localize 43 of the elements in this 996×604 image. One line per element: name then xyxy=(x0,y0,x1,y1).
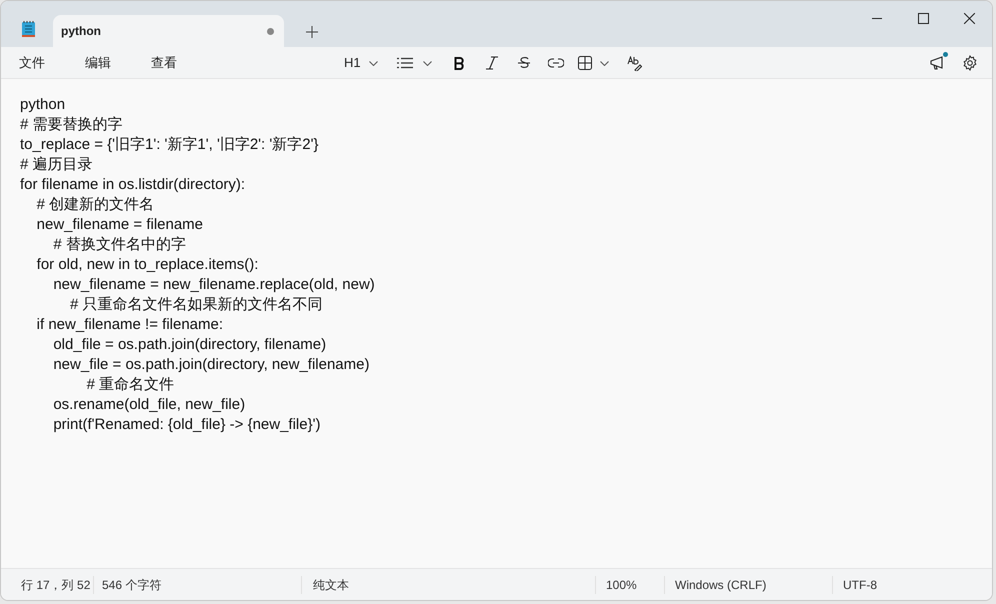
italic-icon xyxy=(486,56,498,70)
menu-item[interactable]: 编辑 xyxy=(75,48,121,76)
text-line: old_file = os.path.join(directory, filename) xyxy=(52,335,326,355)
text-line: to_replace = {'旧字1': '新字1', '旧字2': '新字2'} xyxy=(20,135,318,155)
status-text: 100% xyxy=(606,576,637,594)
text-line: new_filename = filename xyxy=(36,215,204,235)
text-line: # 遍历目录 xyxy=(20,155,93,175)
maximize-icon xyxy=(918,12,928,24)
eraser-icon xyxy=(627,56,642,70)
menu-item[interactable]: 查看 xyxy=(141,48,187,76)
text-line: python xyxy=(20,95,66,115)
chevron-down-icon xyxy=(600,60,609,66)
text-line: # 替换文件名中的字 xyxy=(52,235,186,255)
text-line: # 创建新的文件名 xyxy=(36,195,154,215)
table-icon xyxy=(578,56,592,70)
text-line: new_file = os.path.join(directory, new_filename) xyxy=(52,355,370,375)
link-icon xyxy=(548,58,564,68)
close-icon xyxy=(964,12,974,24)
status-text: 546 个字符 xyxy=(102,576,162,594)
menu-item[interactable]: 文件 xyxy=(9,48,55,76)
chevron-down-icon xyxy=(422,60,432,66)
text-line: for old, new in to_replace.items(): xyxy=(36,255,258,275)
heading-dropdown[interactable]: H1 xyxy=(337,49,385,77)
text-line: if new_filename != filename: xyxy=(36,315,224,335)
text-line: # 需要替换的字 xyxy=(20,115,123,135)
status-text: 纯文本 xyxy=(313,576,349,594)
text-line: print(f'Renamed: {old_file} -> {new_file}') xyxy=(52,415,320,435)
status-text: 行 17，列 52 xyxy=(21,576,90,594)
text-line: os.rename(old_file, new_file) xyxy=(52,395,246,415)
text-line: new_filename = new_filename.replace(old, new) xyxy=(52,275,375,295)
text-line: # 重命名文件 xyxy=(86,375,174,395)
list-icon xyxy=(396,57,413,69)
text-line: for filename in os.listdir(directory): xyxy=(20,175,246,195)
document-tab[interactable]: python xyxy=(53,15,284,47)
status-text: UTF-8 xyxy=(843,576,877,594)
plus-icon xyxy=(306,26,318,38)
strikethrough-icon xyxy=(518,56,530,70)
text-line: # 只重命名文件名如果新的文件名不同 xyxy=(69,295,323,315)
bold-icon xyxy=(454,56,466,70)
notepad-icon xyxy=(21,20,36,38)
chevron-down-icon xyxy=(368,60,378,66)
status-text: Windows (CRLF) xyxy=(675,576,766,594)
settings-icon xyxy=(962,54,978,70)
